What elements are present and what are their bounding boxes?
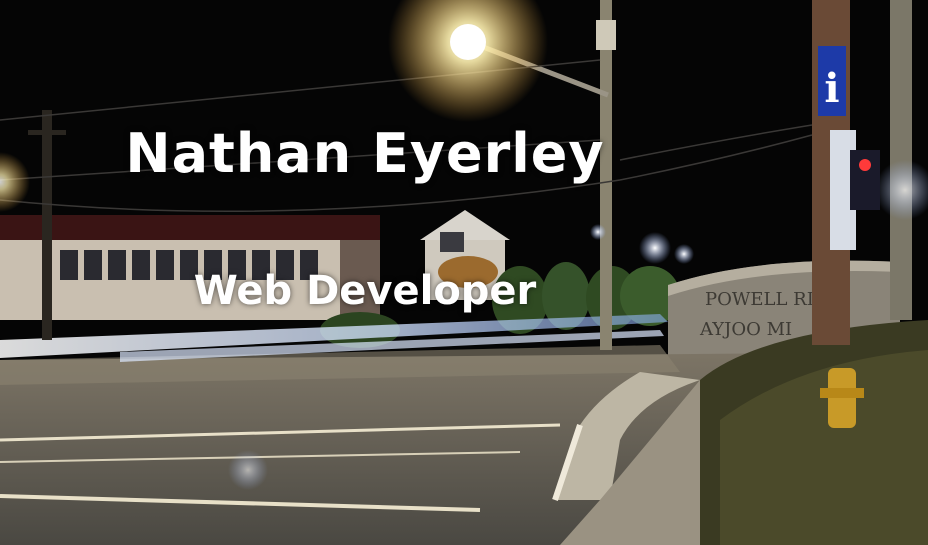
hero-scene: POWELL RI AYJOO MI i Nathan Eyerley Web … xyxy=(0,0,928,545)
hero-name: Nathan Eyerley xyxy=(125,122,605,185)
svg-text:i: i xyxy=(824,65,839,112)
svg-text:AYJOO MI: AYJOO MI xyxy=(699,319,792,340)
hero-role: Web Developer xyxy=(193,268,537,314)
